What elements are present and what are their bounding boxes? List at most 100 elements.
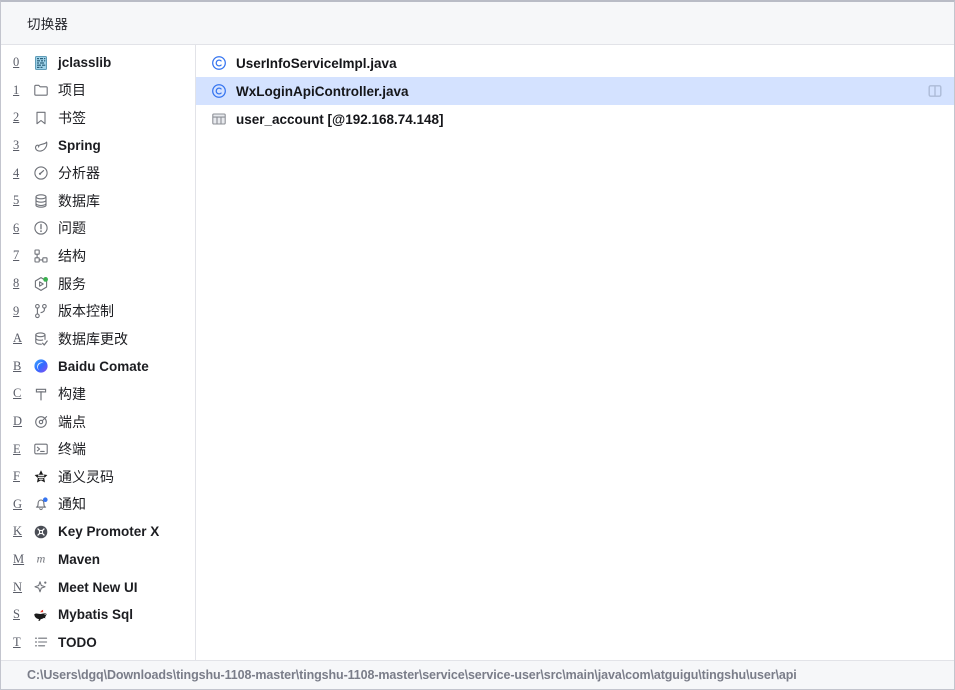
- tool-window-label: Spring: [58, 138, 101, 154]
- tool-window-label: Mybatis Sql: [58, 607, 134, 623]
- tool-window-item-key-promoter-x[interactable]: K Key Promoter X: [1, 518, 195, 546]
- recent-file-row[interactable]: user_account [@192.168.74.148]: [196, 105, 954, 133]
- tool-window-item-mybatis-sql[interactable]: S Mybatis Sql: [1, 601, 195, 629]
- tool-window-label: 分析器: [58, 165, 100, 182]
- tool-window-mnemonic: K: [13, 524, 23, 539]
- tool-window-mnemonic: 0: [13, 55, 20, 70]
- tool-window-item-[interactable]: 6 问题: [1, 215, 195, 243]
- todo-list-icon: [28, 633, 54, 651]
- tool-window-label: 通知: [58, 496, 86, 513]
- spring-leaf-icon: [28, 137, 54, 155]
- tool-window-label: 终端: [58, 441, 86, 458]
- maven-icon: m: [28, 550, 54, 568]
- tool-window-item-baidu-comate[interactable]: B Baidu Comate: [1, 353, 195, 381]
- sparkle-icon: [28, 578, 54, 596]
- split-window-icon[interactable]: [926, 82, 944, 100]
- tool-window-mnemonic: M: [13, 551, 25, 566]
- database-changes-icon: [28, 330, 54, 348]
- tool-window-label: 端点: [58, 413, 86, 430]
- tool-window-mnemonic: N: [13, 579, 23, 594]
- tool-window-label: Baidu Comate: [58, 358, 149, 374]
- tool-window-item-maven[interactable]: Mm Maven: [1, 546, 195, 574]
- tool-window-item-meet-new-ui[interactable]: N Meet New UI: [1, 573, 195, 601]
- mybatis-bird-icon: [28, 606, 54, 624]
- tool-window-label: 数据库更改: [58, 330, 128, 347]
- tool-window-item-jclasslib[interactable]: 0 jclasslib: [1, 49, 195, 77]
- titlebar: 切换器: [1, 2, 954, 45]
- tool-window-label: 结构: [58, 247, 86, 264]
- tool-window-item-[interactable]: F 通义灵码: [1, 463, 195, 491]
- tool-window-mnemonic: T: [13, 634, 21, 649]
- switcher-body: 0 jclasslib 1 项目 2 书签 3 Spring 4 分析器 5 数据库 6 问题 7 结构 8 服务…: [1, 45, 954, 660]
- key-promoter-icon: [28, 523, 54, 541]
- folder-icon: [28, 81, 54, 99]
- tool-window-mnemonic: C: [13, 386, 22, 401]
- version-control-branch-icon: [28, 302, 54, 320]
- problems-warning-icon: [28, 219, 54, 237]
- tool-window-item-[interactable]: C 构建: [1, 380, 195, 408]
- tool-window-item-[interactable]: A 数据库更改: [1, 325, 195, 353]
- tool-window-label: Key Promoter X: [58, 524, 160, 540]
- recent-files-list: UserInfoServiceImpl.java WxLoginApiContro…: [196, 45, 954, 660]
- bookmark-icon: [28, 109, 54, 127]
- tool-window-label: jclasslib: [58, 55, 112, 71]
- tool-window-mnemonic: 1: [13, 82, 20, 97]
- profiler-gauge-icon: [28, 164, 54, 182]
- structure-icon: [28, 247, 54, 265]
- tool-window-mnemonic: 7: [13, 248, 20, 263]
- tool-window-item-todo[interactable]: T TODO: [1, 628, 195, 656]
- page-title: 切换器: [27, 17, 69, 32]
- statusbar: C:\Users\dgq\Downloads\tingshu-1108-mast…: [1, 660, 954, 689]
- java-class-icon: [209, 54, 229, 72]
- svg-text:m: m: [37, 552, 46, 566]
- file-path-label: C:\Users\dgq\Downloads\tingshu-1108-mast…: [27, 668, 797, 682]
- switcher-popup-window: 切换器 0 jclasslib 1 项目 2 书签 3 Spring 4 分析器 5 数据库 6 问题 7 结…: [0, 0, 955, 690]
- tool-window-label: 数据库: [58, 192, 100, 209]
- tool-window-label: 书签: [58, 109, 86, 126]
- tool-window-mnemonic: D: [13, 414, 23, 429]
- tool-window-item-[interactable]: G 通知: [1, 491, 195, 519]
- tool-window-item-[interactable]: 8 服务: [1, 270, 195, 298]
- tool-window-mnemonic: 4: [13, 165, 20, 180]
- tool-window-mnemonic: 5: [13, 193, 20, 208]
- tool-window-item-[interactable]: 4 分析器: [1, 159, 195, 187]
- recent-file-name: WxLoginApiController.java: [236, 83, 409, 99]
- tool-window-mnemonic: 8: [13, 276, 20, 291]
- endpoints-icon: [28, 413, 54, 431]
- tongyi-lingma-icon: [28, 468, 54, 486]
- tool-window-mnemonic: 2: [13, 110, 20, 125]
- tool-window-label: 构建: [58, 385, 86, 402]
- tool-window-label: 项目: [58, 82, 86, 99]
- tool-window-mnemonic: E: [13, 441, 21, 456]
- tool-window-label: 服务: [58, 275, 86, 292]
- tool-window-mnemonic: 9: [13, 303, 20, 318]
- tool-window-item-[interactable]: 1 项目: [1, 77, 195, 105]
- recent-file-row[interactable]: WxLoginApiController.java: [196, 77, 954, 105]
- baidu-comate-icon: [28, 357, 54, 375]
- tool-window-item-[interactable]: 5 数据库: [1, 187, 195, 215]
- tool-window-mnemonic: S: [13, 607, 20, 622]
- tool-window-label: 通义灵码: [58, 468, 114, 485]
- tool-window-item-spring[interactable]: 3 Spring: [1, 132, 195, 160]
- tool-window-mnemonic: A: [13, 331, 23, 346]
- tool-window-item-[interactable]: 2 书签: [1, 104, 195, 132]
- recent-file-name: user_account [@192.168.74.148]: [236, 111, 444, 127]
- tool-window-list: 0 jclasslib 1 项目 2 书签 3 Spring 4 分析器 5 数据库 6 问题 7 结构 8 服务…: [1, 45, 196, 660]
- tool-window-item-[interactable]: 9 版本控制: [1, 297, 195, 325]
- tool-window-item-[interactable]: 7 结构: [1, 242, 195, 270]
- recent-file-row[interactable]: UserInfoServiceImpl.java: [196, 49, 954, 77]
- db-table-icon: [209, 110, 229, 128]
- notifications-bell-icon: [28, 495, 54, 513]
- tool-window-item-[interactable]: D 端点: [1, 408, 195, 436]
- tool-window-mnemonic: 6: [13, 220, 20, 235]
- tool-window-label: 问题: [58, 220, 86, 237]
- services-run-icon: [28, 275, 54, 293]
- tool-window-mnemonic: B: [13, 358, 22, 373]
- tool-window-mnemonic: G: [13, 496, 23, 511]
- tool-window-mnemonic: 3: [13, 138, 20, 153]
- tool-window-item-[interactable]: E 终端: [1, 435, 195, 463]
- tool-window-mnemonic: F: [13, 469, 20, 484]
- jclasslib-icon: [28, 54, 54, 72]
- tool-window-label: TODO: [58, 634, 97, 650]
- terminal-icon: [28, 440, 54, 458]
